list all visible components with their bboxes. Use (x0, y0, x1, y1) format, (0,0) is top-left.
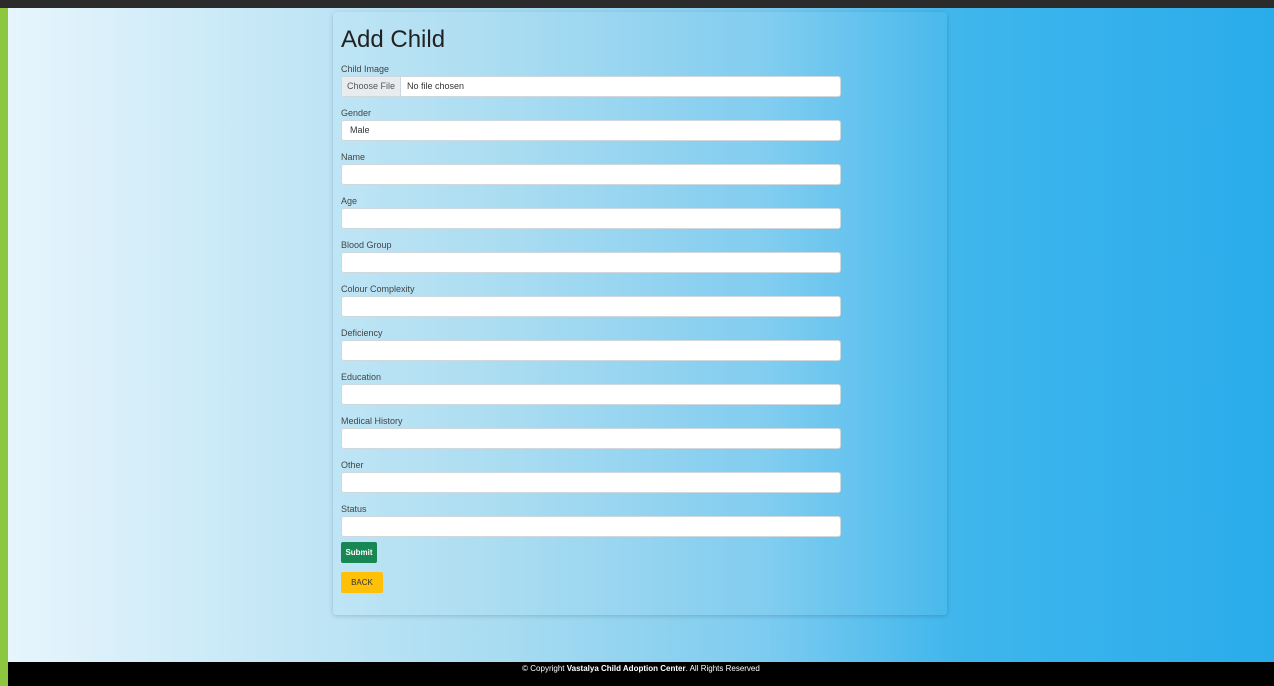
gender-label: Gender (341, 108, 372, 118)
footer-prefix: © Copyright (522, 664, 567, 673)
age-input[interactable] (341, 208, 841, 229)
deficiency-label: Deficiency (341, 328, 383, 338)
deficiency-input[interactable] (341, 340, 841, 361)
status-label: Status (341, 504, 367, 514)
other-input[interactable] (341, 472, 841, 493)
back-button[interactable]: BACK (341, 572, 383, 593)
name-label: Name (341, 152, 366, 162)
status-input[interactable] (341, 516, 841, 537)
name-input[interactable] (341, 164, 841, 185)
top-bar (0, 0, 1274, 8)
page-background: Add Child Child Image Choose File No fil… (8, 8, 1274, 662)
footer-org-name: Vastalya Child Adoption Center (566, 664, 686, 673)
education-input[interactable] (341, 384, 841, 405)
file-status-text: No file chosen (407, 81, 465, 91)
page-title: Add Child (341, 26, 446, 53)
gender-select[interactable]: Male (341, 120, 841, 141)
child-image-label: Child Image (341, 64, 390, 74)
colour-complexity-input[interactable] (341, 296, 841, 317)
blood-group-label: Blood Group (341, 240, 392, 250)
add-child-card: Add Child Child Image Choose File No fil… (333, 12, 947, 615)
blood-group-input[interactable] (341, 252, 841, 273)
footer: © Copyright Vastalya Child Adoption Cent… (8, 662, 1274, 686)
footer-suffix: . All Rights Reserved (685, 664, 760, 673)
age-label: Age (341, 196, 358, 206)
medical-history-label: Medical History (341, 416, 403, 426)
choose-file-button[interactable]: Choose File (342, 77, 402, 96)
other-label: Other (341, 460, 364, 470)
medical-history-input[interactable] (341, 428, 841, 449)
education-label: Education (341, 372, 382, 382)
colour-complexity-label: Colour Complexity (341, 284, 415, 294)
submit-button[interactable]: Submit (341, 542, 377, 563)
child-image-file-input[interactable]: Choose File No file chosen (341, 76, 841, 97)
left-border (0, 8, 8, 686)
